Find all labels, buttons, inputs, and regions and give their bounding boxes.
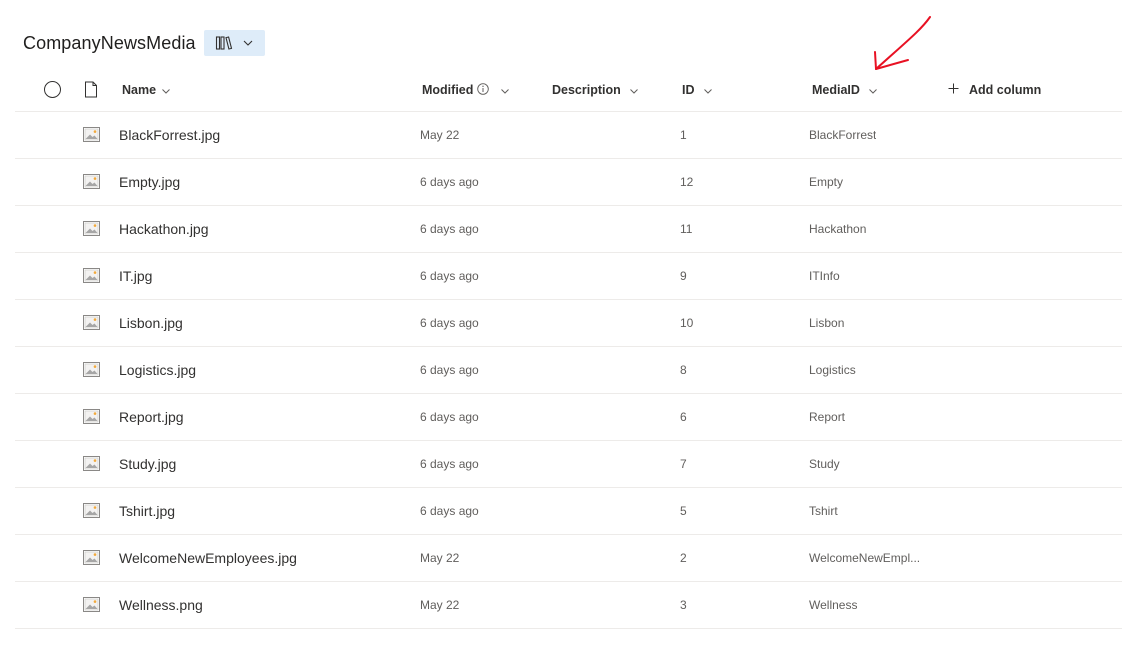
file-row[interactable]: BlackForrest.jpg May 22 1 BlackForrest <box>15 112 1122 159</box>
mediaid-value: Hackathon <box>809 222 867 236</box>
image-file-icon <box>83 503 100 523</box>
modified-value: 6 days ago <box>420 175 479 189</box>
image-file-icon <box>83 362 100 382</box>
file-name-link[interactable]: Empty.jpg <box>119 159 180 205</box>
modified-value: May 22 <box>420 598 460 612</box>
image-file-icon <box>83 315 100 335</box>
image-file-icon <box>83 174 100 194</box>
modified-value: 6 days ago <box>420 363 479 377</box>
column-header-description-label: Description <box>552 83 621 97</box>
info-icon[interactable] <box>477 82 490 98</box>
image-file-icon <box>83 597 100 617</box>
chevron-down-icon <box>243 40 253 46</box>
mediaid-value: BlackForrest <box>809 128 877 142</box>
column-header-name-label: Name <box>122 83 157 97</box>
mediaid-value: Logistics <box>809 363 856 377</box>
image-file-icon <box>83 550 100 570</box>
file-name-link[interactable]: Study.jpg <box>119 441 176 487</box>
modified-value: 6 days ago <box>420 504 479 518</box>
mediaid-value: Empty <box>809 175 844 189</box>
library-view-icon <box>215 35 233 51</box>
file-row[interactable]: IT.jpg 6 days ago 9 ITInfo <box>15 253 1122 300</box>
plus-icon <box>948 83 959 97</box>
mediaid-value: Study <box>809 457 840 471</box>
image-file-icon <box>83 127 100 147</box>
chevron-down-icon <box>703 83 712 97</box>
modified-value: 6 days ago <box>420 316 479 330</box>
id-value: 1 <box>680 128 687 142</box>
chevron-down-icon <box>501 83 510 97</box>
file-row[interactable]: Report.jpg 6 days ago 6 Report <box>15 394 1122 441</box>
mediaid-value: Lisbon <box>809 316 845 330</box>
chevron-down-icon <box>162 83 170 97</box>
modified-value: May 22 <box>420 551 460 565</box>
id-value: 9 <box>680 269 687 283</box>
image-file-icon <box>83 268 100 288</box>
column-header-mediaid[interactable]: MediaID <box>812 70 877 110</box>
file-name-link[interactable]: Tshirt.jpg <box>119 488 175 534</box>
id-value: 12 <box>680 175 694 189</box>
id-value: 2 <box>680 551 687 565</box>
mediaid-value: WelcomeNewEmpl... <box>809 551 921 565</box>
id-value: 7 <box>680 457 687 471</box>
mediaid-value: Report <box>809 410 846 424</box>
file-name-link[interactable]: IT.jpg <box>119 253 152 299</box>
id-value: 11 <box>680 222 693 236</box>
library-header: CompanyNewsMedia <box>23 30 265 56</box>
red-arrow-annotation <box>874 16 931 70</box>
file-row[interactable]: Wellness.png May 22 3 Wellness <box>15 582 1122 629</box>
column-header-row: Name Modified Description ID MediaID Add… <box>15 70 1122 112</box>
file-row[interactable]: WelcomeNewEmployees.jpg May 22 2 WelcomeNew… <box>15 535 1122 582</box>
mediaid-value: ITInfo <box>809 269 840 283</box>
mediaid-value: Wellness <box>809 598 858 612</box>
modified-value: May 22 <box>420 128 460 142</box>
file-name-link[interactable]: Report.jpg <box>119 394 184 440</box>
file-row[interactable]: Hackathon.jpg 6 days ago 11 Hackathon <box>15 206 1122 253</box>
file-row[interactable]: Logistics.jpg 6 days ago 8 Logistics <box>15 347 1122 394</box>
column-header-name[interactable]: Name <box>122 70 170 110</box>
chevron-down-icon <box>629 83 638 97</box>
file-name-link[interactable]: Lisbon.jpg <box>119 300 183 346</box>
file-row[interactable]: Lisbon.jpg 6 days ago 10 Lisbon <box>15 300 1122 347</box>
id-value: 5 <box>680 504 687 518</box>
modified-value: 6 days ago <box>420 410 479 424</box>
file-name-link[interactable]: WelcomeNewEmployees.jpg <box>119 535 297 581</box>
modified-value: 6 days ago <box>420 222 479 236</box>
file-row[interactable]: Empty.jpg 6 days ago 12 Empty <box>15 159 1122 206</box>
chevron-down-icon <box>869 83 877 97</box>
column-header-mediaid-label: MediaID <box>812 83 860 97</box>
image-file-icon <box>83 221 100 241</box>
image-file-icon <box>83 456 100 476</box>
image-file-icon <box>83 409 100 429</box>
view-switcher-button[interactable] <box>203 30 265 56</box>
id-value: 8 <box>680 363 687 377</box>
modified-value: 6 days ago <box>420 457 479 471</box>
file-name-link[interactable]: Logistics.jpg <box>119 347 196 393</box>
column-header-description[interactable]: Description <box>552 70 638 110</box>
file-row[interactable]: Tshirt.jpg 6 days ago 5 Tshirt <box>15 488 1122 535</box>
mediaid-value: Tshirt <box>809 504 838 518</box>
column-header-id[interactable]: ID <box>682 70 712 110</box>
file-name-link[interactable]: Hackathon.jpg <box>119 206 209 252</box>
file-name-link[interactable]: BlackForrest.jpg <box>119 112 220 158</box>
select-all-checkbox[interactable] <box>44 81 61 98</box>
id-value: 10 <box>680 316 694 330</box>
column-header-id-label: ID <box>682 83 695 97</box>
file-row[interactable]: Study.jpg 6 days ago 7 Study <box>15 441 1122 488</box>
add-column-button[interactable]: Add column <box>948 70 1041 110</box>
id-value: 6 <box>680 410 687 424</box>
column-header-modified-label: Modified <box>422 83 474 97</box>
id-value: 3 <box>680 598 687 612</box>
add-column-label: Add column <box>969 83 1042 97</box>
file-type-icon[interactable] <box>84 81 98 103</box>
library-title: CompanyNewsMedia <box>23 32 196 53</box>
file-list: BlackForrest.jpg May 22 1 BlackForrest Empty… <box>15 112 1122 629</box>
file-name-link[interactable]: Wellness.png <box>119 582 203 628</box>
modified-value: 6 days ago <box>420 269 479 283</box>
column-header-modified[interactable]: Modified <box>422 70 510 110</box>
